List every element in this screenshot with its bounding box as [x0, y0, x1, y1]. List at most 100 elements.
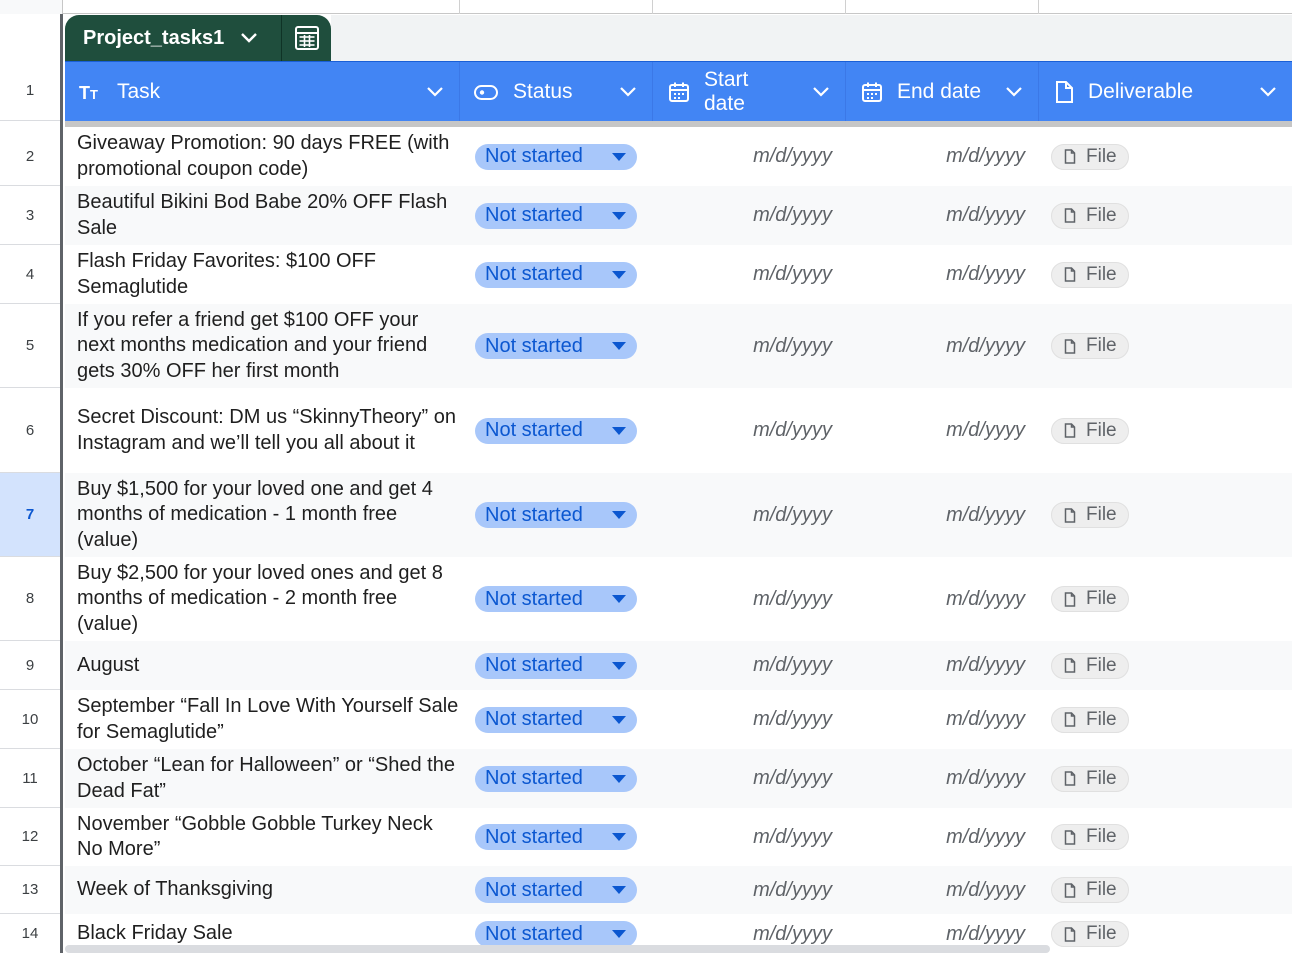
start-date-cell[interactable]: m/d/yyyy	[652, 708, 832, 731]
file-chip[interactable]: File	[1051, 877, 1129, 903]
end-date-cell[interactable]: m/d/yyyy	[845, 708, 1025, 731]
task-cell[interactable]: Week of Thanksgiving	[77, 877, 461, 903]
end-date-cell[interactable]: m/d/yyyy	[845, 767, 1025, 790]
row-number[interactable]: 10	[0, 690, 60, 749]
task-cell[interactable]: October “Lean for Halloween” or “Shed th…	[77, 753, 461, 804]
table-view-button[interactable]	[282, 15, 331, 61]
file-chip[interactable]: File	[1051, 824, 1129, 850]
row-number[interactable]: 9	[0, 641, 60, 690]
file-chip[interactable]: File	[1051, 202, 1129, 229]
end-date-cell[interactable]: m/d/yyyy	[845, 588, 1025, 611]
status-dropdown[interactable]: Not started	[475, 652, 637, 679]
row-number[interactable]: 6	[0, 388, 60, 473]
file-chip[interactable]: File	[1051, 143, 1129, 170]
row-number[interactable]: 11	[0, 749, 60, 808]
chevron-down-icon[interactable]	[1258, 81, 1278, 101]
status-dropdown[interactable]: Not started	[475, 706, 637, 733]
chevron-down-icon[interactable]	[618, 81, 638, 101]
task-cell[interactable]: Buy $2,500 for your loved ones and get 8…	[77, 561, 461, 638]
file-chip[interactable]: File	[1051, 921, 1129, 947]
table-row[interactable]: August Not started m/d/yyyy m/d/yyyy File	[65, 641, 1292, 690]
end-date-cell[interactable]: m/d/yyyy	[845, 204, 1025, 227]
start-date-cell[interactable]: m/d/yyyy	[652, 145, 832, 168]
task-cell[interactable]: Flash Friday Favorites: $100 OFF Semaglu…	[77, 249, 461, 300]
file-chip[interactable]: File	[1051, 706, 1129, 733]
task-cell[interactable]: November “Gobble Gobble Turkey Neck No M…	[77, 812, 461, 863]
start-date-cell[interactable]: m/d/yyyy	[652, 419, 832, 442]
start-date-cell[interactable]: m/d/yyyy	[652, 204, 832, 227]
status-dropdown[interactable]: Not started	[475, 765, 637, 792]
row-number[interactable]: 12	[0, 808, 60, 866]
status-dropdown[interactable]: Not started	[475, 877, 637, 903]
end-date-cell[interactable]: m/d/yyyy	[845, 654, 1025, 677]
table-row[interactable]: Secret Discount: DM us “SkinnyTheory” on…	[65, 388, 1292, 473]
end-date-cell[interactable]: m/d/yyyy	[845, 504, 1025, 527]
column-header-deliverable[interactable]: Deliverable	[1038, 62, 1292, 122]
table-row[interactable]: Flash Friday Favorites: $100 OFF Semaglu…	[65, 245, 1292, 304]
chevron-down-icon[interactable]	[425, 81, 445, 101]
start-date-cell[interactable]: m/d/yyyy	[652, 588, 832, 611]
column-header-start-date[interactable]: Start date	[652, 62, 845, 122]
start-date-cell[interactable]: m/d/yyyy	[652, 879, 832, 902]
status-dropdown[interactable]: Not started	[475, 502, 637, 528]
file-chip[interactable]: File	[1051, 417, 1129, 444]
row-number[interactable]: 4	[0, 245, 60, 304]
file-chip[interactable]: File	[1051, 586, 1129, 612]
row-number[interactable]: 5	[0, 304, 60, 388]
end-date-cell[interactable]: m/d/yyyy	[845, 263, 1025, 286]
file-chip[interactable]: File	[1051, 765, 1129, 792]
task-cell[interactable]: Beautiful Bikini Bod Babe 20% OFF Flash …	[77, 190, 461, 241]
task-cell[interactable]: Giveaway Promotion: 90 days FREE (with p…	[77, 131, 461, 182]
column-header-end-date[interactable]: End date	[845, 62, 1038, 122]
status-dropdown[interactable]: Not started	[475, 824, 637, 850]
end-date-cell[interactable]: m/d/yyyy	[845, 879, 1025, 902]
horizontal-scrollbar[interactable]	[65, 945, 1050, 953]
corner-cell[interactable]	[0, 0, 63, 14]
task-cell[interactable]: Black Friday Sale	[77, 921, 461, 947]
start-date-cell[interactable]: m/d/yyyy	[652, 767, 832, 790]
file-chip[interactable]: File	[1051, 333, 1129, 359]
start-date-cell[interactable]: m/d/yyyy	[652, 923, 832, 946]
status-dropdown[interactable]: Not started	[475, 143, 637, 170]
end-date-cell[interactable]: m/d/yyyy	[845, 923, 1025, 946]
end-date-cell[interactable]: m/d/yyyy	[845, 335, 1025, 358]
chevron-down-icon[interactable]	[1004, 81, 1024, 101]
end-date-cell[interactable]: m/d/yyyy	[845, 826, 1025, 849]
start-date-cell[interactable]: m/d/yyyy	[652, 335, 832, 358]
table-row[interactable]: If you refer a friend get $100 OFF your …	[65, 304, 1292, 388]
column-header-task[interactable]: TT Task	[65, 62, 459, 122]
start-date-cell[interactable]: m/d/yyyy	[652, 826, 832, 849]
status-dropdown[interactable]: Not started	[475, 333, 637, 359]
task-cell[interactable]: Secret Discount: DM us “SkinnyTheory” on…	[77, 405, 461, 456]
task-cell[interactable]: August	[77, 653, 461, 679]
file-chip[interactable]: File	[1051, 502, 1129, 528]
column-header-status[interactable]: Status	[459, 62, 652, 122]
table-row[interactable]: Buy $2,500 for your loved ones and get 8…	[65, 557, 1292, 641]
row-number[interactable]: 1	[0, 61, 60, 121]
chevron-down-icon[interactable]	[811, 81, 831, 101]
table-row[interactable]: Beautiful Bikini Bod Babe 20% OFF Flash …	[65, 186, 1292, 245]
row-number[interactable]: 13	[0, 866, 60, 914]
status-dropdown[interactable]: Not started	[475, 921, 637, 947]
table-row[interactable]: Week of Thanksgiving Not started m/d/yyyy m…	[65, 866, 1292, 914]
start-date-cell[interactable]: m/d/yyyy	[652, 654, 832, 677]
end-date-cell[interactable]: m/d/yyyy	[845, 419, 1025, 442]
row-number[interactable]: 7	[0, 473, 60, 557]
row-number[interactable]: 8	[0, 557, 60, 641]
status-dropdown[interactable]: Not started	[475, 586, 637, 612]
status-dropdown[interactable]: Not started	[475, 261, 637, 288]
table-name-dropdown[interactable]: Project_tasks1	[65, 15, 281, 61]
start-date-cell[interactable]: m/d/yyyy	[652, 504, 832, 527]
task-cell[interactable]: If you refer a friend get $100 OFF your …	[77, 308, 461, 385]
status-dropdown[interactable]: Not started	[475, 417, 637, 444]
table-row[interactable]: Buy $1,500 for your loved one and get 4 …	[65, 473, 1292, 557]
table-row[interactable]: November “Gobble Gobble Turkey Neck No M…	[65, 808, 1292, 866]
row-number[interactable]: 3	[0, 186, 60, 245]
task-cell[interactable]: Buy $1,500 for your loved one and get 4 …	[77, 477, 461, 554]
status-dropdown[interactable]: Not started	[475, 202, 637, 229]
task-cell[interactable]: September “Fall In Love With Yourself Sa…	[77, 694, 461, 745]
table-row[interactable]: September “Fall In Love With Yourself Sa…	[65, 690, 1292, 749]
start-date-cell[interactable]: m/d/yyyy	[652, 263, 832, 286]
table-row[interactable]: October “Lean for Halloween” or “Shed th…	[65, 749, 1292, 808]
row-number[interactable]: 14	[0, 914, 60, 953]
